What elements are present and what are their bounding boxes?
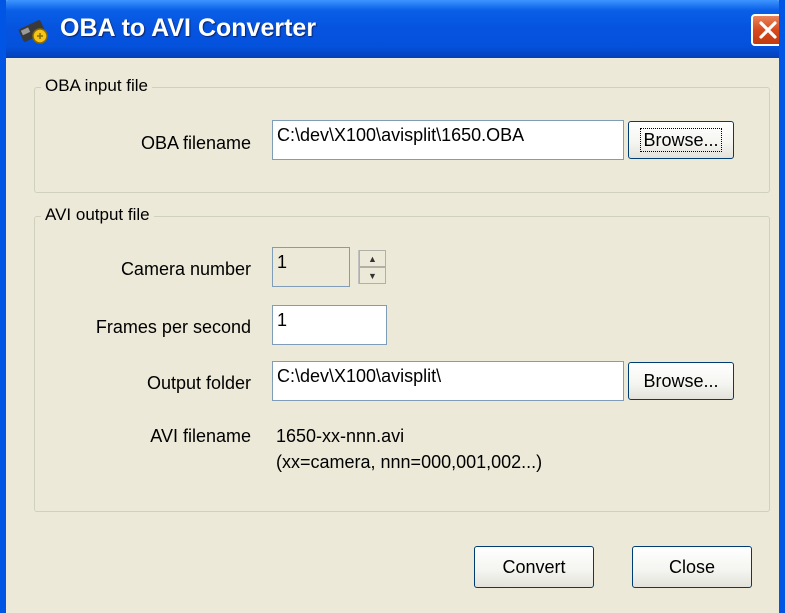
converter-window: OBA to AVI Converter OBA input file OBA … [0,0,785,613]
oba-filename-label: OBA filename [140,133,251,153]
close-button-label: Close [668,556,716,577]
output-folder-field[interactable]: C:\dev\X100\avisplit\ [272,361,624,401]
output-browse-button-label: Browse... [643,370,719,391]
window-close-button[interactable] [751,14,779,46]
avi-filename-value: 1650-xx-nnn.avi [276,426,405,446]
oba-browse-button-label: Browse... [640,127,722,152]
convert-button-label: Convert [502,556,566,577]
camera-number-spinner[interactable]: ▲ ▼ [358,250,386,284]
close-icon [759,21,777,39]
oba-converter-icon [18,12,54,46]
close-button[interactable]: Close [632,546,752,588]
output-folder-label: Output folder [146,373,251,393]
oba-filename-field[interactable]: C:\dev\X100\avisplit\1650.OBA [272,120,624,160]
avi-output-group-legend: AVI output file [41,205,154,225]
fps-field[interactable]: 1 [272,305,387,345]
title-bar[interactable]: OBA to AVI Converter [6,0,779,58]
avi-filename-hint: (xx=camera, nnn=000,001,002...) [276,452,543,472]
camera-number-field[interactable]: 1 [272,247,350,287]
avi-filename-label: AVI filename [150,426,251,446]
output-browse-button[interactable]: Browse... [628,362,734,400]
convert-button[interactable]: Convert [474,546,594,588]
fps-label: Frames per second [95,317,251,337]
camera-number-label: Camera number [120,259,251,279]
oba-input-group-legend: OBA input file [41,76,153,96]
spin-up-icon[interactable]: ▲ [359,250,386,267]
window-title: OBA to AVI Converter [60,14,317,42]
oba-browse-button[interactable]: Browse... [628,121,734,159]
spin-down-icon[interactable]: ▼ [359,267,386,284]
